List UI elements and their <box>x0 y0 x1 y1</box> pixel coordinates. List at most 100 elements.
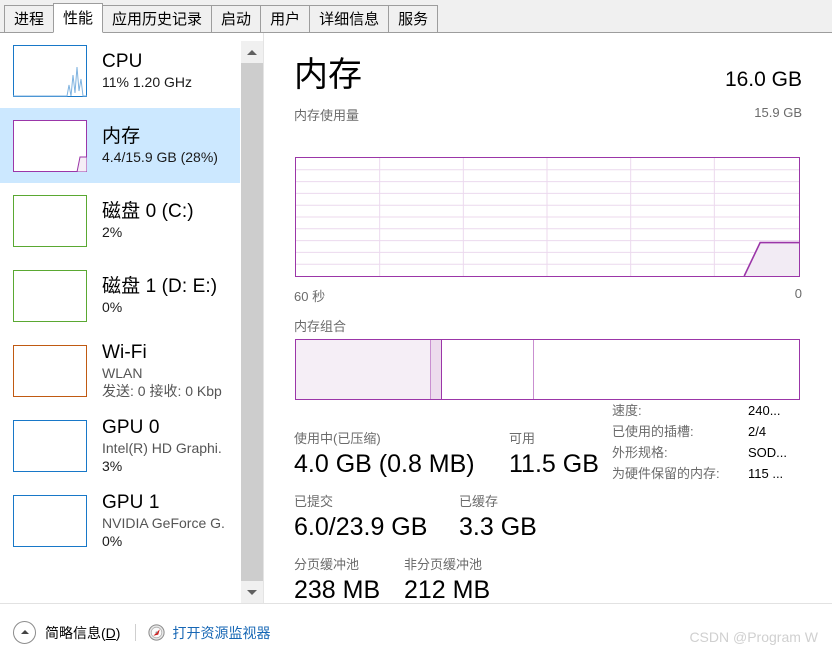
sidebar-item-wifi[interactable]: Wi-Fi WLAN 发送: 0 接收: 0 Kbp <box>0 333 240 408</box>
tab-services[interactable]: 服务 <box>388 5 439 32</box>
info-row-slots-used: 已使用的插槽: 2/4 <box>612 421 827 442</box>
sidebar-memory-title: 内存 <box>102 126 141 147</box>
usage-graph-label: 内存使用量 <box>294 108 360 123</box>
sidebar-disk1-title: 磁盘 1 (D: E:) <box>102 276 218 297</box>
composition-segment-modified[interactable] <box>429 340 441 399</box>
composition-label: 内存组合 <box>294 319 347 334</box>
stat-cached-label: 已缓存 <box>459 494 499 509</box>
info-row-speed: 速度: 240... <box>612 400 827 421</box>
tab-app-history[interactable]: 应用历史记录 <box>102 5 213 32</box>
usage-graph-scale-max: 15.9 GB <box>754 105 802 120</box>
sidebar-gpu0-model: Intel(R) HD Graphi. <box>102 440 222 456</box>
sidebar-item-cpu[interactable]: CPU 11% 1.20 GHz <box>0 33 240 108</box>
page-title: 内存 <box>294 56 362 94</box>
tab-details[interactable]: 详细信息 <box>309 5 390 32</box>
fewer-details-label: 简略信息(D) <box>45 623 120 643</box>
info-slots-used-value: 2/4 <box>748 424 767 439</box>
stat-paged-pool: 分页缓冲池 238 MB <box>294 555 404 606</box>
stat-available-label: 可用 <box>509 431 536 446</box>
stat-row-3: 分页缓冲池 238 MB 非分页缓冲池 212 MB <box>294 555 604 606</box>
stat-cached: 已缓存 3.3 GB <box>459 492 537 543</box>
usage-graph-labels: 内存使用量 15.9 GB <box>294 105 802 124</box>
resource-monitor-icon <box>148 624 166 641</box>
memory-mini-graph <box>13 119 87 172</box>
tab-strip: 进程 性能 应用历史记录 启动 用户 详细信息 服务 <box>0 0 832 33</box>
stat-in-use-value: 4.0 GB (0.8 MB) <box>294 450 475 478</box>
composition-labels: 内存组合 <box>294 316 802 335</box>
stat-nonpaged-pool: 非分页缓冲池 212 MB <box>404 555 490 606</box>
chevron-up-icon <box>13 621 36 644</box>
sidebar-item-gpu1[interactable]: GPU 1 NVIDIA GeForce G. 0% <box>0 483 240 558</box>
sidebar-cpu-stat: 11% 1.20 GHz <box>102 74 193 90</box>
fewer-details-text-post: ) <box>115 624 121 641</box>
open-resource-monitor-link[interactable]: 打开资源监视器 <box>172 623 270 643</box>
sidebar-memory-stat: 4.4/15.9 GB (28%) <box>102 149 218 165</box>
gpu1-mini-graph <box>13 494 87 547</box>
sidebar-gpu0-stat: 3% <box>102 458 123 474</box>
info-hardware-reserved-value: 115 ... <box>748 466 784 481</box>
open-resource-monitor-button[interactable]: 打开资源监视器 <box>148 623 270 643</box>
tab-users[interactable]: 用户 <box>260 5 311 32</box>
info-speed-key: 速度: <box>612 403 642 418</box>
info-hardware-reserved-key: 为硬件保留的内存: <box>612 466 720 481</box>
stat-available-value: 11.5 GB <box>509 450 599 478</box>
memory-header: 内存 16.0 GB <box>294 55 802 95</box>
sidebar-item-disk0[interactable]: 磁盘 0 (C:) 2% <box>0 183 240 258</box>
scroll-up-arrow[interactable] <box>241 41 263 63</box>
scrollbar-thumb[interactable] <box>241 63 263 581</box>
disk0-mini-graph <box>13 194 87 247</box>
sidebar-disk0-title: 磁盘 0 (C:) <box>102 201 194 222</box>
fewer-details-button[interactable]: 简略信息(D) <box>13 621 120 644</box>
stat-committed-label: 已提交 <box>294 494 334 509</box>
sidebar-gpu1-stat: 0% <box>102 533 123 549</box>
memory-stats: 使用中(已压缩) 4.0 GB (0.8 MB) 可用 11.5 GB 已提交 … <box>294 429 604 618</box>
info-form-factor-value: SOD... <box>748 445 788 460</box>
sidebar-item-memory[interactable]: 内存 4.4/15.9 GB (28%) <box>0 108 240 183</box>
stat-in-use-label: 使用中(已压缩) <box>294 431 381 446</box>
scrollbar-track[interactable] <box>241 63 263 581</box>
memory-usage-graph <box>295 157 800 277</box>
sidebar-scrollbar[interactable] <box>241 41 263 603</box>
sidebar-item-disk1[interactable]: 磁盘 1 (D: E:) 0% <box>0 258 240 333</box>
axis-label-left: 60 秒 <box>294 289 326 304</box>
sidebar-wifi-title: Wi-Fi <box>102 342 147 363</box>
stat-row-2: 已提交 6.0/23.9 GB 已缓存 3.3 GB <box>294 492 604 543</box>
sidebar-disk0-stat: 2% <box>102 224 123 240</box>
stat-paged-pool-label: 分页缓冲池 <box>294 557 360 572</box>
sidebar-gpu1-model: NVIDIA GeForce G. <box>102 515 225 531</box>
stat-nonpaged-pool-label: 非分页缓冲池 <box>404 557 483 572</box>
tab-processes[interactable]: 进程 <box>4 5 55 32</box>
tab-startup[interactable]: 启动 <box>211 5 262 32</box>
resource-sidebar: CPU 11% 1.20 GHz 内存 4.4/15.9 GB (28%) 磁盘… <box>0 33 240 603</box>
fewer-details-text-pre: 简略信息( <box>45 624 106 641</box>
disk1-mini-graph <box>13 269 87 322</box>
stat-available: 可用 11.5 GB <box>509 429 599 480</box>
info-row-form-factor: 外形规格: SOD... <box>612 442 827 463</box>
fewer-details-accesskey: D <box>105 624 116 641</box>
watermark: CSDN @Program W <box>689 629 818 645</box>
sidebar-gpu1-title: GPU 1 <box>102 492 160 513</box>
memory-total: 16.0 GB <box>724 68 802 91</box>
axis-label-right: 0 <box>794 286 802 301</box>
status-bar-divider <box>135 624 137 641</box>
memory-composition-bar[interactable] <box>295 339 800 400</box>
tab-performance[interactable]: 性能 <box>53 3 104 33</box>
sidebar-wifi-throughput: 发送: 0 接收: 0 Kbp <box>102 383 222 399</box>
composition-segment-free[interactable] <box>533 340 799 399</box>
sidebar-wifi-adapter: WLAN <box>102 365 143 381</box>
stat-in-use: 使用中(已压缩) 4.0 GB (0.8 MB) <box>294 429 509 480</box>
cpu-mini-graph <box>13 44 87 97</box>
composition-segment-standby[interactable] <box>440 340 534 399</box>
gpu0-mini-graph <box>13 419 87 472</box>
composition-segment-in-use[interactable] <box>296 340 430 399</box>
sidebar-gpu0-title: GPU 0 <box>102 417 160 438</box>
usage-graph-axis: 60 秒 0 <box>294 286 802 305</box>
wifi-mini-graph <box>13 344 87 397</box>
scroll-down-arrow[interactable] <box>241 581 263 603</box>
sidebar-item-gpu0[interactable]: GPU 0 Intel(R) HD Graphi. 3% <box>0 408 240 483</box>
stat-committed: 已提交 6.0/23.9 GB <box>294 492 459 543</box>
stat-paged-pool-value: 238 MB <box>294 576 381 604</box>
stat-committed-value: 6.0/23.9 GB <box>294 513 428 541</box>
memory-detail-panel: 内存 16.0 GB 内存使用量 15.9 GB 60 秒 0 内存组合 使用中… <box>264 33 832 604</box>
info-row-hardware-reserved: 为硬件保留的内存: 115 ... <box>612 463 827 484</box>
